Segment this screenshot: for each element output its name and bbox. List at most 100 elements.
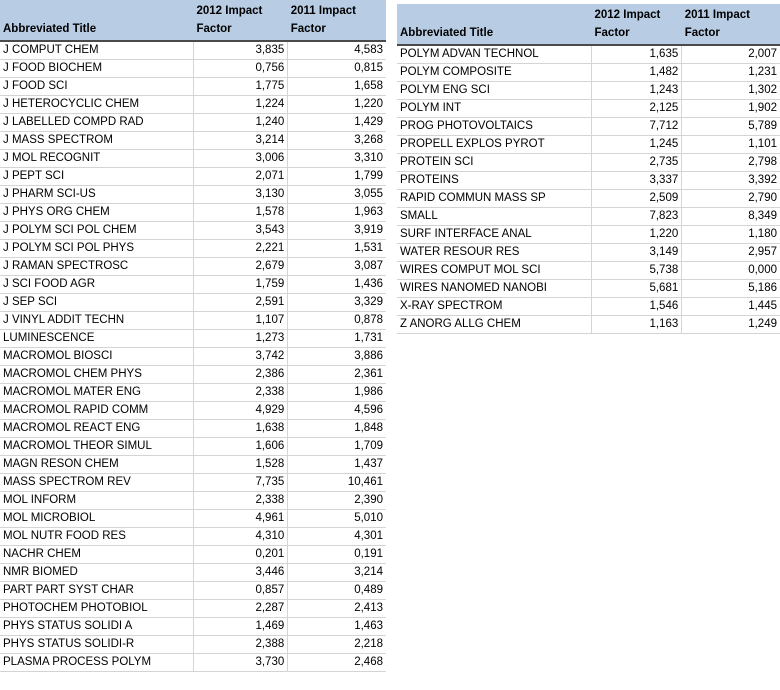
cell-title[interactable]: LUMINESCENCE: [0, 329, 194, 348]
cell-title[interactable]: J RAMAN SPECTROSC: [0, 257, 194, 276]
cell-title[interactable]: PROPELL EXPLOS PYROT: [397, 135, 592, 154]
cell-2011-impact-factor[interactable]: 1,799: [287, 167, 386, 186]
cell-2012-impact-factor[interactable]: 3,149: [590, 243, 682, 262]
cell-title[interactable]: PHYS STATUS SOLIDI-R: [0, 635, 194, 654]
cell-2012-impact-factor[interactable]: 4,929: [192, 401, 288, 420]
cell-2012-impact-factor[interactable]: 3,742: [192, 347, 288, 366]
cell-2011-impact-factor[interactable]: 2,390: [287, 491, 386, 510]
cell-2012-impact-factor[interactable]: 1,245: [590, 135, 682, 154]
cell-2011-impact-factor[interactable]: 2,798: [681, 153, 780, 172]
header-2011-impact-factor[interactable]: 2011 Impact Factor: [287, 0, 386, 42]
cell-2011-impact-factor[interactable]: 1,445: [681, 297, 780, 316]
cell-title[interactable]: J VINYL ADDIT TECHN: [0, 311, 194, 330]
cell-2012-impact-factor[interactable]: 1,243: [590, 81, 682, 100]
cell-title[interactable]: J POLYM SCI POL PHYS: [0, 239, 194, 258]
cell-title[interactable]: MAGN RESON CHEM: [0, 455, 194, 474]
cell-title[interactable]: MOL MICROBIOL: [0, 509, 194, 528]
cell-2012-impact-factor[interactable]: 7,823: [590, 207, 682, 226]
cell-2012-impact-factor[interactable]: 2,287: [192, 599, 288, 618]
cell-2012-impact-factor[interactable]: 1,578: [192, 203, 288, 222]
cell-2012-impact-factor[interactable]: 1,220: [590, 225, 682, 244]
cell-title[interactable]: MASS SPECTROM REV: [0, 473, 194, 492]
cell-2012-impact-factor[interactable]: 4,961: [192, 509, 288, 528]
cell-2011-impact-factor[interactable]: 2,413: [287, 599, 386, 618]
cell-2012-impact-factor[interactable]: 1,528: [192, 455, 288, 474]
cell-2011-impact-factor[interactable]: 3,392: [681, 171, 780, 190]
cell-2011-impact-factor[interactable]: 3,919: [287, 221, 386, 240]
cell-2012-impact-factor[interactable]: 1,638: [192, 419, 288, 438]
cell-2012-impact-factor[interactable]: 1,224: [192, 95, 288, 114]
cell-2011-impact-factor[interactable]: 3,886: [287, 347, 386, 366]
cell-title[interactable]: SURF INTERFACE ANAL: [397, 225, 592, 244]
cell-title[interactable]: PROTEINS: [397, 171, 592, 190]
cell-title[interactable]: J MOL RECOGNIT: [0, 149, 194, 168]
cell-2011-impact-factor[interactable]: 1,463: [287, 617, 386, 636]
cell-2011-impact-factor[interactable]: 1,531: [287, 239, 386, 258]
cell-title[interactable]: J COMPUT CHEM: [0, 41, 194, 60]
cell-2012-impact-factor[interactable]: 7,712: [590, 117, 682, 136]
cell-2011-impact-factor[interactable]: 1,302: [681, 81, 780, 100]
cell-2011-impact-factor[interactable]: 2,468: [287, 653, 386, 672]
cell-2011-impact-factor[interactable]: 0,878: [287, 311, 386, 330]
cell-2012-impact-factor[interactable]: 5,681: [590, 279, 682, 298]
cell-title[interactable]: PLASMA PROCESS POLYM: [0, 653, 194, 672]
cell-title[interactable]: WIRES NANOMED NANOBI: [397, 279, 592, 298]
cell-2012-impact-factor[interactable]: 1,482: [590, 63, 682, 82]
cell-2012-impact-factor[interactable]: 2,591: [192, 293, 288, 312]
cell-title[interactable]: NACHR CHEM: [0, 545, 194, 564]
cell-2012-impact-factor[interactable]: 1,273: [192, 329, 288, 348]
cell-2011-impact-factor[interactable]: 3,268: [287, 131, 386, 150]
cell-title[interactable]: J SEP SCI: [0, 293, 194, 312]
cell-title[interactable]: MACROMOL THEOR SIMUL: [0, 437, 194, 456]
cell-title[interactable]: POLYM ADVAN TECHNOL: [397, 45, 592, 64]
cell-title[interactable]: RAPID COMMUN MASS SP: [397, 189, 592, 208]
cell-2012-impact-factor[interactable]: 1,606: [192, 437, 288, 456]
cell-2012-impact-factor[interactable]: 1,546: [590, 297, 682, 316]
cell-2011-impact-factor[interactable]: 10,461: [287, 473, 386, 492]
cell-2011-impact-factor[interactable]: 1,848: [287, 419, 386, 438]
cell-title[interactable]: PART PART SYST CHAR: [0, 581, 194, 600]
cell-title[interactable]: Z ANORG ALLG CHEM: [397, 315, 592, 334]
cell-title[interactable]: PROTEIN SCI: [397, 153, 592, 172]
cell-2011-impact-factor[interactable]: 2,957: [681, 243, 780, 262]
cell-2012-impact-factor[interactable]: 3,337: [590, 171, 682, 190]
cell-title[interactable]: PHYS STATUS SOLIDI A: [0, 617, 194, 636]
cell-2011-impact-factor[interactable]: 2,790: [681, 189, 780, 208]
cell-2012-impact-factor[interactable]: 1,163: [590, 315, 682, 334]
cell-2012-impact-factor[interactable]: 1,107: [192, 311, 288, 330]
cell-2012-impact-factor[interactable]: 2,388: [192, 635, 288, 654]
cell-2012-impact-factor[interactable]: 2,221: [192, 239, 288, 258]
header-2012-impact-factor[interactable]: 2012 Impact Factor: [591, 4, 682, 46]
cell-title[interactable]: MOL INFORM: [0, 491, 194, 510]
cell-title[interactable]: MOL NUTR FOOD RES: [0, 527, 194, 546]
cell-2012-impact-factor[interactable]: 7,735: [192, 473, 288, 492]
cell-title[interactable]: PHOTOCHEM PHOTOBIOL: [0, 599, 194, 618]
cell-title[interactable]: PROG PHOTOVOLTAICS: [397, 117, 592, 136]
header-abbreviated-title[interactable]: Abbreviated Title: [0, 0, 194, 42]
cell-title[interactable]: J PHARM SCI-US: [0, 185, 194, 204]
cell-2011-impact-factor[interactable]: 5,186: [681, 279, 780, 298]
cell-2012-impact-factor[interactable]: 2,679: [192, 257, 288, 276]
cell-2011-impact-factor[interactable]: 3,214: [287, 563, 386, 582]
cell-2012-impact-factor[interactable]: 2,509: [590, 189, 682, 208]
cell-2011-impact-factor[interactable]: 1,963: [287, 203, 386, 222]
cell-2012-impact-factor[interactable]: 3,543: [192, 221, 288, 240]
cell-2012-impact-factor[interactable]: 1,635: [590, 45, 682, 64]
cell-2012-impact-factor[interactable]: 2,071: [192, 167, 288, 186]
cell-2011-impact-factor[interactable]: 1,709: [287, 437, 386, 456]
cell-2011-impact-factor[interactable]: 2,218: [287, 635, 386, 654]
cell-2012-impact-factor[interactable]: 0,201: [192, 545, 288, 564]
cell-2012-impact-factor[interactable]: 2,338: [192, 491, 288, 510]
cell-2012-impact-factor[interactable]: 1,469: [192, 617, 288, 636]
cell-2012-impact-factor[interactable]: 0,756: [192, 59, 288, 78]
cell-title[interactable]: J MASS SPECTROM: [0, 131, 194, 150]
cell-2012-impact-factor[interactable]: 1,775: [192, 77, 288, 96]
cell-2011-impact-factor[interactable]: 0,191: [287, 545, 386, 564]
cell-title[interactable]: J FOOD SCI: [0, 77, 194, 96]
cell-title[interactable]: J SCI FOOD AGR: [0, 275, 194, 294]
cell-2011-impact-factor[interactable]: 3,055: [287, 185, 386, 204]
cell-title[interactable]: POLYM COMPOSITE: [397, 63, 592, 82]
cell-2011-impact-factor[interactable]: 1,986: [287, 383, 386, 402]
cell-title[interactable]: MACROMOL MATER ENG: [0, 383, 194, 402]
cell-2011-impact-factor[interactable]: 8,349: [681, 207, 780, 226]
